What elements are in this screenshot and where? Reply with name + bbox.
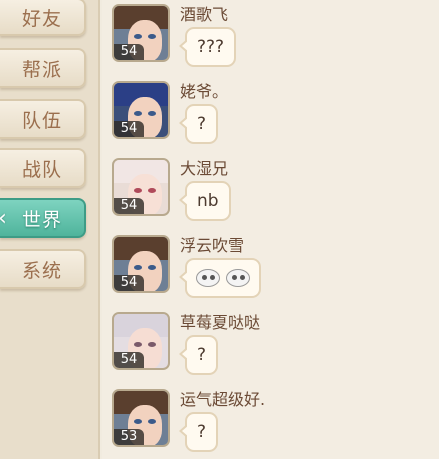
message-bubble: ? bbox=[178, 335, 219, 375]
message-bubble: ? bbox=[178, 104, 219, 144]
avatar[interactable]: 54 bbox=[112, 158, 170, 216]
chat-message: 54 姥爷。 ? bbox=[102, 81, 439, 158]
level-badge: 54 bbox=[114, 121, 144, 137]
player-name[interactable]: 运气超级好. bbox=[180, 386, 265, 410]
avatar[interactable]: 53 bbox=[112, 389, 170, 447]
player-name[interactable]: 大湿兄 bbox=[180, 155, 228, 179]
chat-message: 53 运气超级好. ? bbox=[102, 389, 439, 459]
tab-squad[interactable]: 战队 bbox=[0, 148, 86, 188]
avatar[interactable]: 54 bbox=[112, 235, 170, 293]
player-name[interactable]: 浮云吹雪 bbox=[180, 232, 244, 256]
level-badge: 54 bbox=[114, 275, 144, 291]
player-name[interactable]: 姥爷。 bbox=[180, 78, 228, 102]
tab-system[interactable]: 系统 bbox=[0, 249, 86, 289]
avatar[interactable]: 54 bbox=[112, 312, 170, 370]
tab-world-label: 世界 bbox=[21, 208, 62, 231]
tab-guild[interactable]: 帮派 bbox=[0, 48, 86, 88]
level-badge: 53 bbox=[114, 429, 144, 445]
player-name[interactable]: 草莓夏哒哒 bbox=[180, 309, 260, 333]
chat-message: 54 大湿兄 nb bbox=[102, 158, 439, 235]
level-badge: 54 bbox=[114, 352, 144, 368]
message-bubble bbox=[179, 258, 261, 298]
chat-message: 54 浮云吹雪 bbox=[102, 235, 439, 312]
tab-world[interactable]: ‹ 世界 bbox=[0, 198, 86, 238]
chevron-left-icon: ‹ bbox=[0, 204, 12, 234]
message-bubble: ? bbox=[178, 412, 219, 452]
level-badge: 54 bbox=[114, 44, 144, 60]
avatar[interactable]: 54 bbox=[112, 81, 170, 139]
white-face-emoji-icon bbox=[196, 269, 220, 287]
player-name[interactable]: 酒歌飞 bbox=[180, 1, 228, 25]
channel-tabs: 好友 帮派 队伍 战队 ‹ 世界 系统 bbox=[0, 0, 100, 459]
level-badge: 54 bbox=[114, 198, 144, 214]
chat-message: 54 草莓夏哒哒 ? bbox=[102, 312, 439, 389]
white-face-emoji-icon bbox=[226, 269, 250, 287]
avatar[interactable]: 54 bbox=[112, 4, 170, 62]
message-bubble: nb bbox=[179, 181, 231, 221]
tab-friends[interactable]: 好友 bbox=[0, 0, 86, 36]
message-bubble: ??? bbox=[178, 27, 237, 67]
chat-panel[interactable]: 54 酒歌飞 ??? 54 姥爷。 ? 54 大湿兄 nb 54 浮云吹雪 54… bbox=[102, 0, 439, 459]
chat-message: 54 酒歌飞 ??? bbox=[102, 4, 439, 81]
tab-team[interactable]: 队伍 bbox=[0, 99, 86, 139]
